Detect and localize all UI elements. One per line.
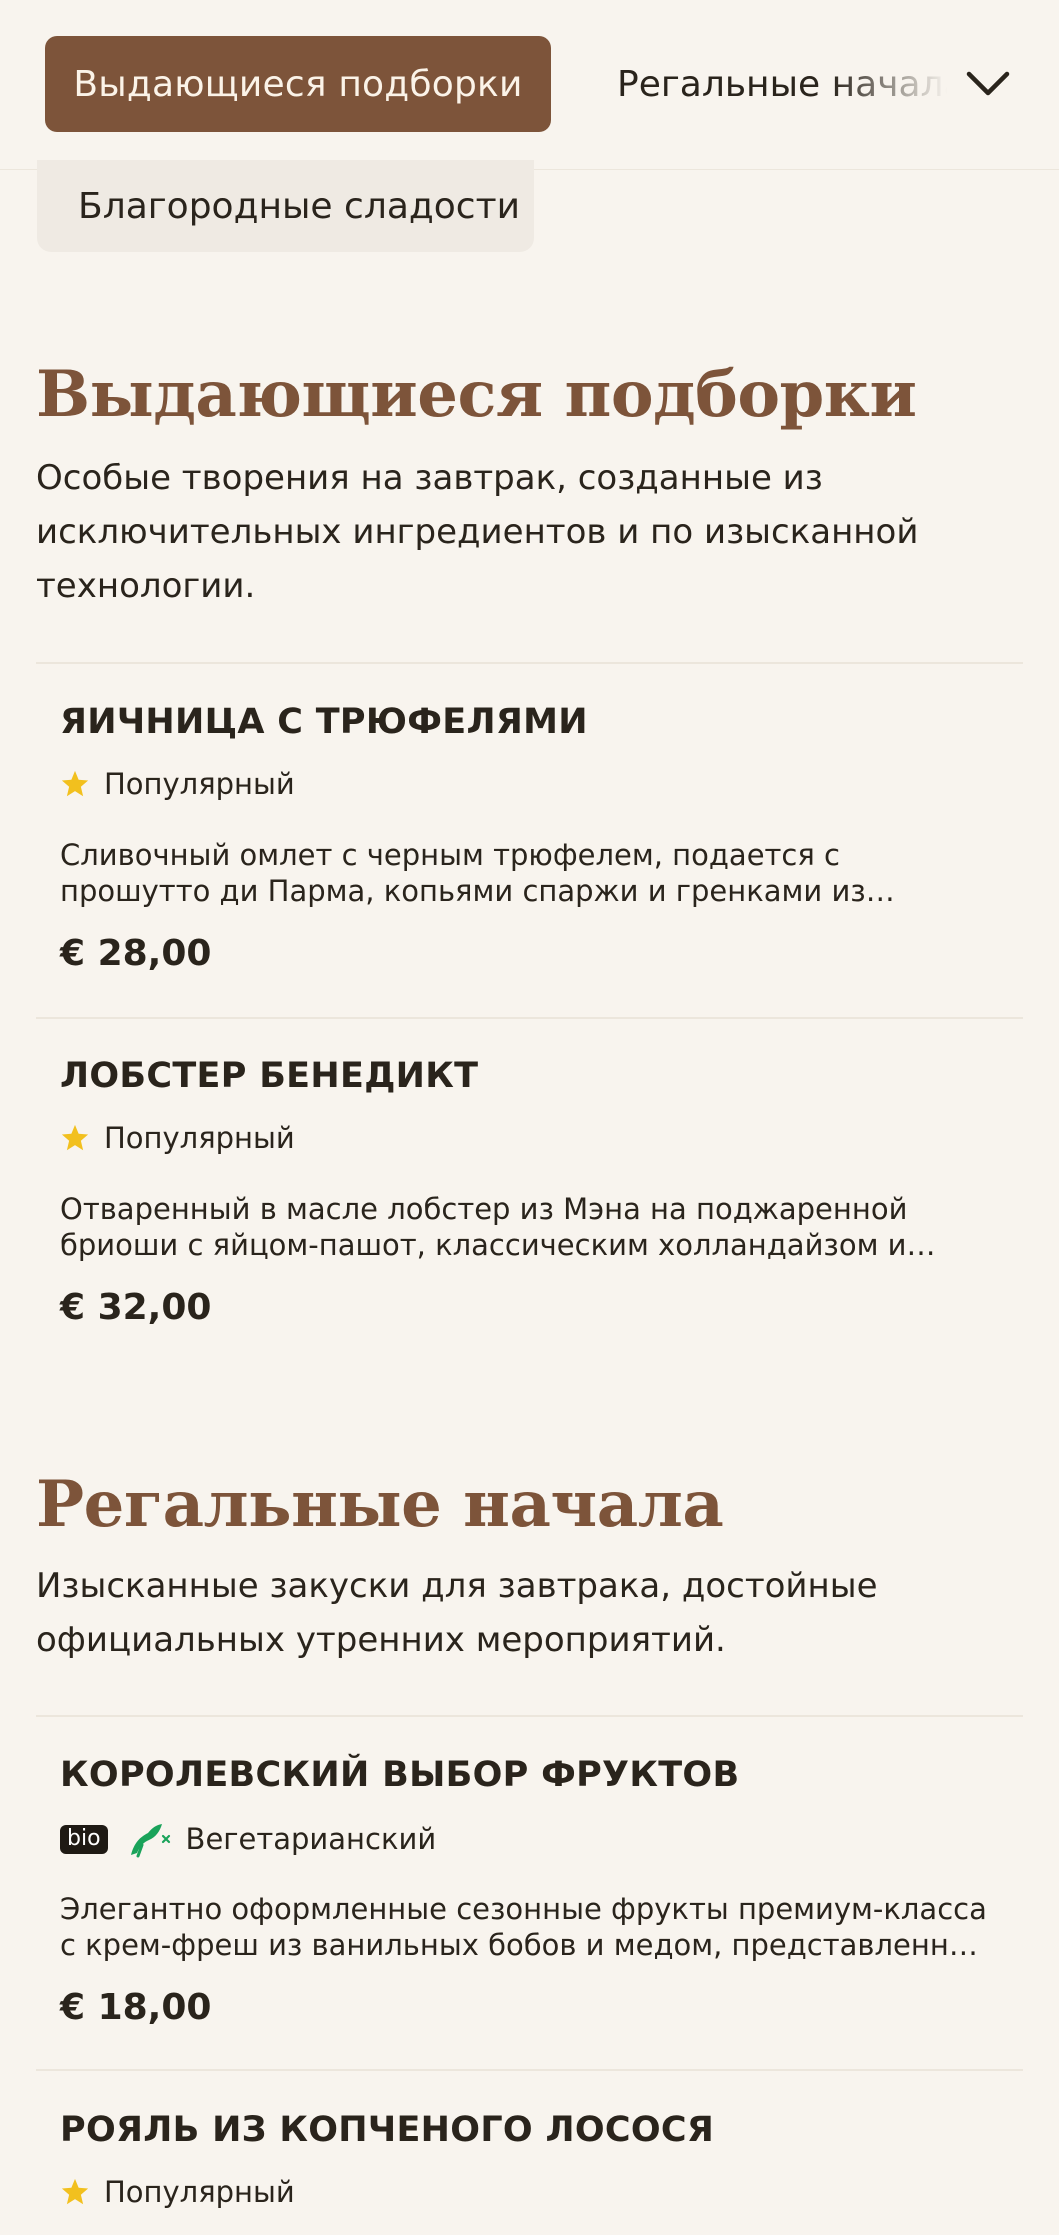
tag-label: Вегетарианский [185, 1822, 437, 1856]
star-icon [61, 770, 89, 797]
menu-item-name[interactable]: ЯИЧНИЦА С ТРЮФЕЛЯМИ [60, 702, 588, 742]
vegetarian-tag: bio Вегетарианский [60, 1819, 436, 1859]
tag-label: Популярный [104, 2175, 295, 2209]
menu-item-description: Отваренный в масле лобстер из Мэна на по… [60, 1192, 908, 1262]
divider [36, 1715, 1023, 1717]
chevron-down-icon[interactable] [962, 62, 1014, 106]
star-icon [61, 2178, 89, 2205]
tab-featured-selections[interactable]: Выдающиеся подборки [45, 36, 551, 132]
divider [36, 1017, 1023, 1019]
menu-item-name[interactable]: РОЯЛЬ ИЗ КОПЧЕНОГО ЛОСОСЯ [60, 2110, 714, 2150]
vegetarian-leaf-icon [130, 1824, 170, 1858]
menu-item-description: Элегантно оформленные сезонные фрукты пр… [60, 1892, 990, 1962]
section-title: Выдающиеся подборки [36, 357, 917, 432]
bio-badge: bio [60, 1824, 108, 1854]
section-title: Регальные начала [36, 1467, 724, 1542]
menu-item-description: Сливочный омлет с черным трюфелем, подае… [60, 838, 866, 908]
menu-item-price: € 32,00 [60, 1287, 212, 1328]
tab-regal-starters[interactable]: Регальные начала [617, 36, 947, 132]
menu-item-price: € 28,00 [60, 933, 212, 974]
category-nav: Выдающиеся подборки Регальные начала [0, 0, 1059, 170]
menu-item-name[interactable]: ЛОБСТЕР БЕНЕДИКТ [60, 1056, 478, 1096]
divider [36, 662, 1023, 664]
section-description: Особые творения на завтрак, созданные из… [36, 458, 919, 606]
menu-item-price: € 18,00 [60, 1987, 212, 2028]
popular-tag: Популярный [60, 1118, 295, 1158]
tab-noble-sweets[interactable]: Благородные сладости [37, 160, 534, 252]
section-description: Изысканные закуски для завтрака, достойн… [36, 1566, 878, 1660]
popular-tag: Популярный [60, 764, 295, 804]
divider [36, 2069, 1023, 2071]
tag-label: Популярный [104, 1121, 295, 1155]
popular-tag: Популярный [60, 2172, 295, 2212]
menu-item-name[interactable]: КОРОЛЕВСКИЙ ВЫБОР ФРУКТОВ [60, 1755, 739, 1795]
tag-label: Популярный [104, 767, 295, 801]
star-icon [61, 1124, 89, 1151]
